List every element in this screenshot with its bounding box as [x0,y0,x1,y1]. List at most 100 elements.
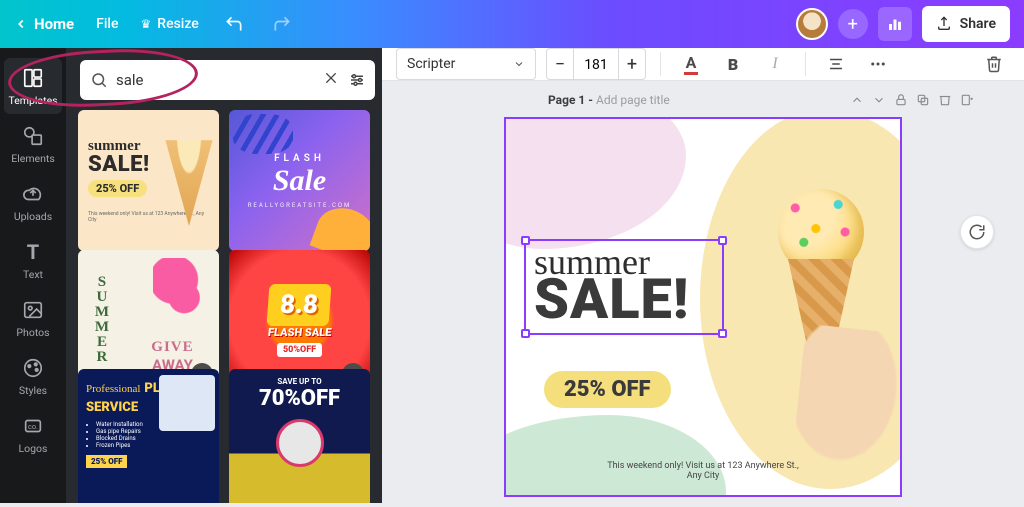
svg-text:co.: co. [28,421,38,430]
template-text: 50%OFF [277,343,322,357]
context-toolbar: Scripter − 181 + A B I [382,48,1024,81]
tool-rail: Templates Elements Uploads T Text Photos [0,48,66,503]
duplicate-page-button[interactable] [912,89,934,111]
home-button[interactable]: Home [14,15,74,33]
template-text: GIVE [151,339,193,356]
template-text: FLASH [274,153,325,164]
font-name: Scripter [407,56,455,72]
rail-templates[interactable]: Templates [4,58,62,114]
template-badge: 25% OFF [88,180,147,197]
add-member-button[interactable]: + [838,9,868,39]
font-size-increase[interactable]: + [618,48,646,80]
resize-menu[interactable]: ♛ Resize [141,16,199,32]
lock-page-button[interactable] [890,89,912,111]
search-box[interactable] [80,60,375,100]
delete-page-button[interactable] [934,89,956,111]
styles-icon [21,356,45,380]
top-left-group: Home File ♛ Resize [14,11,295,37]
upload-icon [936,16,952,32]
template-card[interactable]: FLASH Sale REALLYGREATSITE.COM [229,110,370,251]
resize-handle[interactable] [521,329,530,338]
rail-styles[interactable]: Styles [4,348,62,404]
bold-button[interactable]: B [717,48,749,80]
italic-button[interactable]: I [759,48,791,80]
font-select[interactable]: Scripter [396,48,536,80]
template-badge: 25% OFF [86,455,127,468]
plumber-photo [159,375,215,431]
uploads-icon [21,182,45,206]
more-button[interactable] [862,48,894,80]
ice-cream-graphic[interactable] [734,189,894,479]
crown-icon: ♛ [141,17,152,31]
file-menu[interactable]: File [96,16,118,32]
canvas-text[interactable]: SALE! [534,271,714,327]
text-color-button[interactable]: A [675,48,707,80]
canvas-zone: Scripter − 181 + A B I [382,48,1024,503]
redo-icon [272,14,292,34]
canvas-badge[interactable]: 25% OFF [544,371,671,408]
resize-handle[interactable] [718,329,727,338]
template-text: REALLYGREATSITE.COM [248,202,352,209]
rail-label: Text [23,268,43,281]
canvas-footer-text[interactable]: This weekend only! Visit us at 123 Anywh… [603,461,803,481]
rail-photos[interactable]: Photos [4,290,62,346]
canvas-stage[interactable]: summer SALE! 25% OFF This weekend only! … [382,115,1024,507]
top-right-group: + Share [796,6,1010,42]
redo-button[interactable] [269,11,295,37]
clear-search-button[interactable] [323,70,339,91]
template-text: SALE! [88,155,150,175]
chevron-left-icon [14,17,28,31]
flamingo-graphic [153,258,205,330]
template-card[interactable]: summer SALE! 25% OFF This weekend only! … [78,110,219,251]
template-text: SAVE UP TO [277,377,321,386]
trash-icon [985,55,1003,73]
avatar[interactable] [796,8,828,40]
page-up-button[interactable] [846,89,868,111]
rail-label: Elements [11,152,55,165]
chevron-down-icon [872,93,886,107]
insights-button[interactable] [878,7,912,41]
search-input[interactable] [116,71,315,89]
delete-button[interactable] [978,48,1010,80]
home-label: Home [34,15,74,33]
font-size-decrease[interactable]: − [546,48,574,80]
template-card[interactable]: SAVE UP TO 70%OFF [229,369,370,503]
dots-icon [869,55,887,73]
photos-icon [21,298,45,322]
sliders-icon [348,71,366,89]
rail-elements[interactable]: Elements [4,116,62,172]
search-row [66,48,382,110]
document-canvas[interactable]: summer SALE! 25% OFF This weekend only! … [504,117,902,497]
template-text: FLASH SALE [267,326,332,339]
text-color-icon: A [684,53,699,75]
page-title-input[interactable]: Add page title [596,93,670,107]
rail-text[interactable]: T Text [4,232,62,288]
resync-button[interactable] [960,215,994,249]
templates-panel: summer SALE! 25% OFF This weekend only! … [66,48,382,503]
page-label: Page 1 - [548,93,593,107]
rail-logos[interactable]: co. Logos [4,406,62,462]
share-button[interactable]: Share [922,6,1010,42]
resize-handle[interactable] [521,236,530,245]
text-icon: T [21,240,45,264]
template-photo [276,419,324,467]
font-size-value[interactable]: 181 [574,48,618,80]
template-text: Professional [86,383,140,395]
undo-button[interactable] [221,11,247,37]
add-page-button[interactable] [956,89,978,111]
rail-label: Styles [19,384,47,397]
filter-button[interactable] [347,70,367,90]
lock-icon [894,93,908,107]
align-center-icon [827,55,845,73]
undo-icon [224,14,244,34]
resize-handle[interactable] [718,236,727,245]
align-button[interactable] [820,48,852,80]
rail-uploads[interactable]: Uploads [4,174,62,230]
selected-text-group[interactable]: summer SALE! [524,239,724,335]
template-card[interactable]: Professional PLUMBING SERVICE Water Inst… [78,369,219,503]
chevron-down-icon [513,58,525,70]
copy-icon [916,93,930,107]
main-area: Templates Elements Uploads T Text Photos [0,48,1024,503]
page-down-button[interactable] [868,89,890,111]
template-text: SERVICE [86,400,138,415]
